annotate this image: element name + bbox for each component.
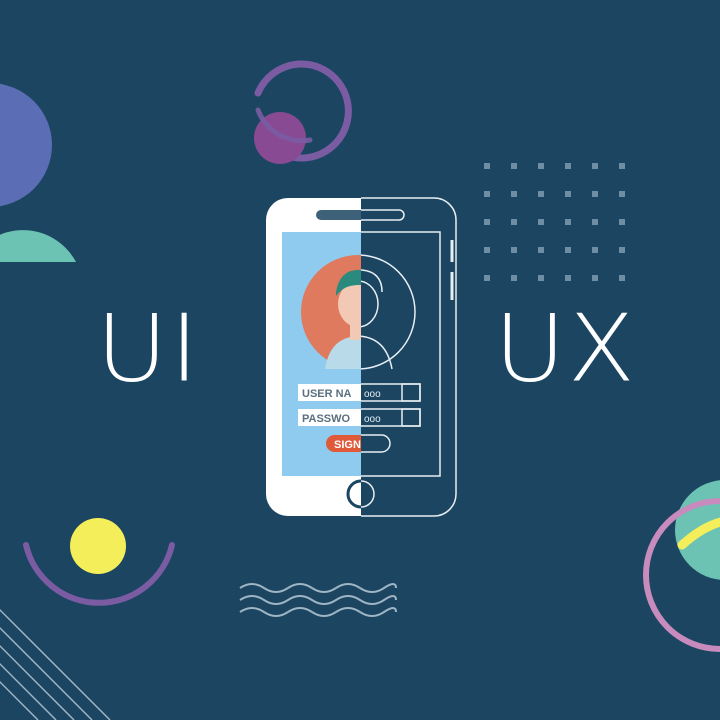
grid-dot [619, 247, 625, 253]
grid-dot [538, 163, 544, 169]
grid-dot [484, 247, 490, 253]
bottom-right-orbit [643, 480, 720, 652]
grid-dot [484, 191, 490, 197]
grid-dot [592, 163, 598, 169]
grid-dot [511, 191, 517, 197]
purple-orbit [254, 60, 352, 164]
grid-dot [484, 275, 490, 281]
grid-dot [538, 247, 544, 253]
dot-grid [484, 163, 625, 281]
grid-dot [565, 247, 571, 253]
grid-dot [484, 163, 490, 169]
ux-label: UX [494, 294, 637, 404]
grid-dot [511, 247, 517, 253]
grid-dot [592, 191, 598, 197]
grid-dot [565, 191, 571, 197]
signin-label: SIGN [334, 439, 361, 451]
grid-dot [592, 275, 598, 281]
grid-dot [565, 219, 571, 225]
illustration: USER NA PASSWO ooo ooo SIGN UI UX [0, 0, 720, 720]
grid-dot [484, 219, 490, 225]
grid-dot [592, 219, 598, 225]
grid-dot [619, 163, 625, 169]
grid-dot [565, 163, 571, 169]
grid-dot [511, 219, 517, 225]
diagonal-lines [0, 608, 111, 720]
password-label: PASSWO [302, 413, 351, 425]
grid-dot [538, 219, 544, 225]
grid-dot [511, 275, 517, 281]
password-dots: ooo [364, 414, 381, 425]
phone: USER NA PASSWO ooo ooo SIGN [266, 197, 457, 517]
ui-label: UI [96, 294, 201, 404]
grid-dot [619, 219, 625, 225]
yellow-circle [70, 518, 126, 574]
teal-half-circle [0, 230, 76, 262]
grid-dot [538, 191, 544, 197]
grid-dot [565, 275, 571, 281]
grid-dot [538, 275, 544, 281]
username-label: USER NA [302, 388, 352, 400]
username-dots: ooo [364, 389, 381, 400]
wave-lines [239, 583, 397, 617]
grid-dot [619, 275, 625, 281]
grid-dot [511, 163, 517, 169]
grid-dot [592, 247, 598, 253]
blue-circle [0, 83, 52, 207]
grid-dot [619, 191, 625, 197]
